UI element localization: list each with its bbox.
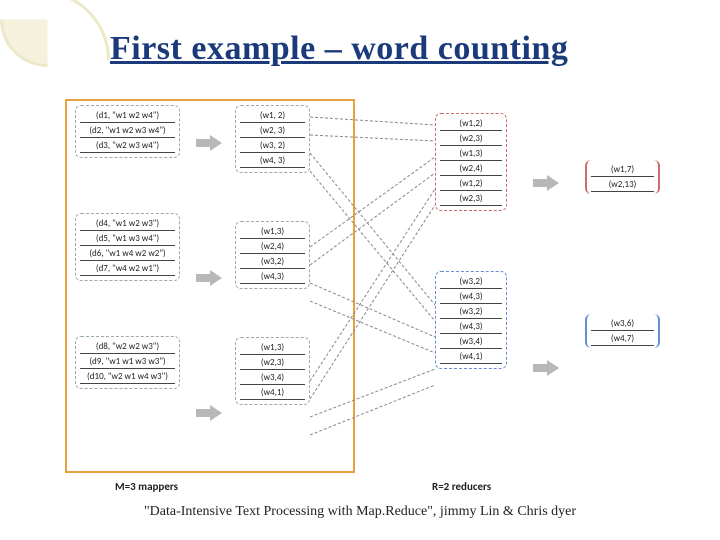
kv-cell: (w2,3) <box>240 355 305 370</box>
doc-cell: (d10, "w2 w1 w4 w3") <box>80 369 175 384</box>
mapper-output-column: (w1, 2) (w2, 3) (w3, 2) (w4, 3) (w1,3) (… <box>235 95 310 413</box>
kv-cell: (w1,2) <box>440 176 502 191</box>
kv-cell: (w3,6) <box>591 316 654 331</box>
doc-cell: (d7, "w4 w2 w1") <box>80 261 175 276</box>
mapper2-input-box: (d4, "w1 w2 w3") (d5, "w1 w3 w4") (d6, "… <box>75 213 180 281</box>
kv-cell: (w3,2) <box>440 274 502 289</box>
kv-cell: (w2, 3) <box>240 123 305 138</box>
kv-cell: (w2,4) <box>440 161 502 176</box>
reducer2-input-box: (w3,2) (w4,3) (w3,2) (w4,3) (w3,4) (w4,1… <box>435 271 507 369</box>
kv-cell: (w2,3) <box>440 131 502 146</box>
doc-cell: (d2, "w1 w2 w3 w4") <box>80 123 175 138</box>
arrow-icon <box>533 175 559 191</box>
output1-box: (w1,7) (w2,13) <box>585 160 660 194</box>
mapper1-input-box: (d1, "w1 w2 w4") (d2, "w1 w2 w3 w4") (d3… <box>75 105 180 158</box>
mapper2-output-box: (w1,3) (w2,4) (w3,2) (w4,3) <box>235 221 310 289</box>
kv-cell: (w4,7) <box>591 331 654 346</box>
kv-cell: (w4, 3) <box>240 153 305 168</box>
arrow-icon <box>533 360 559 376</box>
arrow-icon <box>196 135 222 151</box>
kv-cell: (w1,7) <box>591 162 654 177</box>
doc-cell: (d3, "w2 w3 w4") <box>80 138 175 153</box>
doc-cell: (d4, "w1 w2 w3") <box>80 216 175 231</box>
kv-cell: (w2,4) <box>240 239 305 254</box>
kv-cell: (w1,3) <box>240 224 305 239</box>
wordcount-diagram: (d1, "w1 w2 w4") (d2, "w1 w2 w3 w4") (d3… <box>40 95 680 485</box>
kv-cell: (w1, 2) <box>240 108 305 123</box>
arrow-icon <box>196 270 222 286</box>
kv-cell: (w4,3) <box>440 289 502 304</box>
mappers-caption: M=3 mappers <box>115 480 178 493</box>
doc-cell: (d1, "w1 w2 w4") <box>80 108 175 123</box>
kv-cell: (w3,4) <box>240 370 305 385</box>
kv-cell: (w2,3) <box>440 191 502 206</box>
kv-cell: (w3,4) <box>440 334 502 349</box>
kv-cell: (w3, 2) <box>240 138 305 153</box>
doc-cell: (d5, "w1 w3 w4") <box>80 231 175 246</box>
kv-cell: (w1,3) <box>440 146 502 161</box>
mapper3-input-box: (d8, "w2 w2 w3") (d9, "w1 w1 w3 w3") (d1… <box>75 336 180 389</box>
reducer1-input-box: (w1,2) (w2,3) (w1,3) (w2,4) (w1,2) (w2,3… <box>435 113 507 211</box>
reducer-input-column: (w1,2) (w2,3) (w1,3) (w2,4) (w1,2) (w2,3… <box>435 95 507 377</box>
kv-cell: (w2,13) <box>591 177 654 192</box>
doc-cell: (d8, "w2 w2 w3") <box>80 339 175 354</box>
kv-cell: (w3,2) <box>440 304 502 319</box>
kv-cell: (w4,1) <box>240 385 305 400</box>
kv-cell: (w4,3) <box>440 319 502 334</box>
arrow-icon <box>196 405 222 421</box>
source-column: (d1, "w1 w2 w4") (d2, "w1 w2 w3 w4") (d3… <box>75 95 180 397</box>
slide-title: First example – word counting <box>110 30 568 68</box>
doc-cell: (d6, "w1 w4 w2 w2") <box>80 246 175 261</box>
mapper1-output-box: (w1, 2) (w2, 3) (w3, 2) (w4, 3) <box>235 105 310 173</box>
kv-cell: (w1,2) <box>440 116 502 131</box>
output-column: (w1,7) (w2,13) (w3,6) (w4,7) <box>585 95 660 388</box>
citation-text: "Data-Intensive Text Processing with Map… <box>0 504 720 520</box>
mapper3-output-box: (w1,3) (w2,3) (w3,4) (w4,1) <box>235 337 310 405</box>
kv-cell: (w4,3) <box>240 269 305 284</box>
doc-cell: (d9, "w1 w1 w3 w3") <box>80 354 175 369</box>
output2-box: (w3,6) (w4,7) <box>585 314 660 348</box>
kv-cell: (w4,1) <box>440 349 502 364</box>
reducers-caption: R=2 reducers <box>432 480 491 493</box>
kv-cell: (w1,3) <box>240 340 305 355</box>
kv-cell: (w3,2) <box>240 254 305 269</box>
